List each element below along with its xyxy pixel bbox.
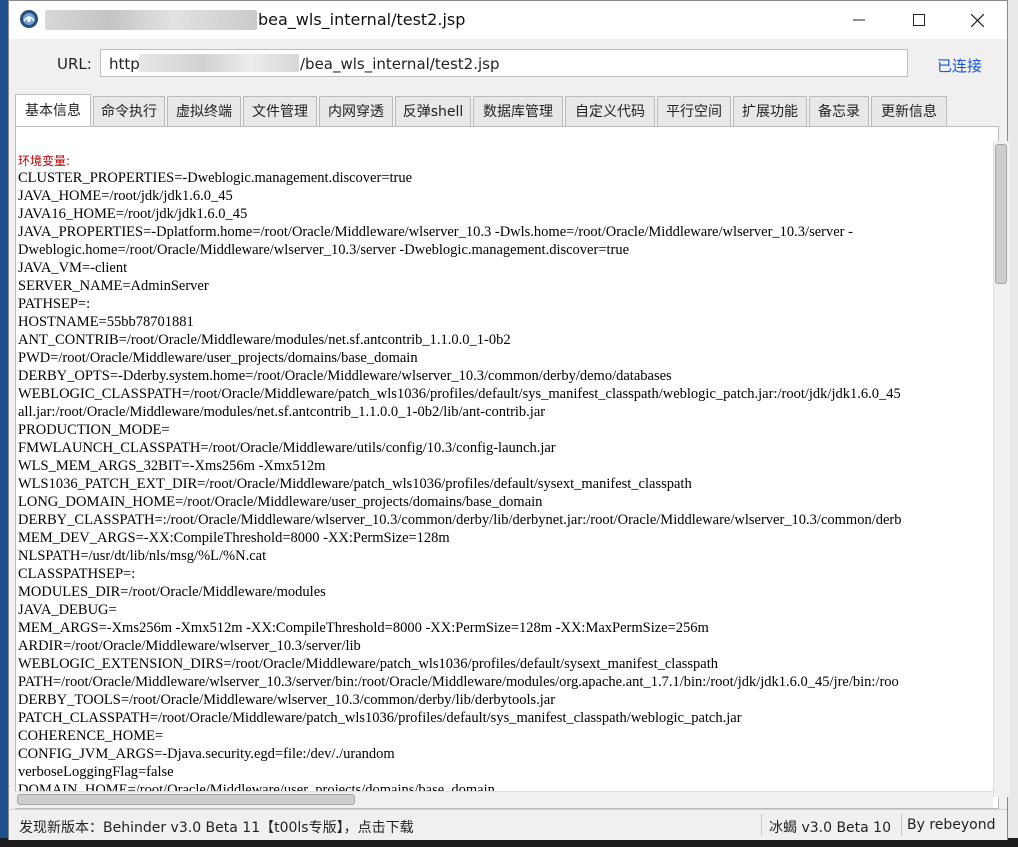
tab-bar: 基本信息 命令执行 虚拟终端 文件管理 内网穿透 反弹shell 数据库管理 自… <box>15 94 1005 127</box>
title-bar: h bea_wls_internal/test2.jsp <box>9 1 1007 39</box>
env-line: PATCH_CLASSPATH=/root/Oracle/Middleware/… <box>18 710 742 726</box>
status-divider <box>761 814 762 836</box>
author-label: By rebeyond <box>907 817 996 833</box>
env-line: HOSTNAME=55bb78701881 <box>18 314 194 330</box>
env-line: JAVA_DEBUG= <box>18 602 117 618</box>
env-line: JAVA_VM=-client <box>18 260 128 276</box>
env-line: JAVA16_HOME=/root/jdk/jdk1.6.0_45 <box>18 206 248 222</box>
tab-parallel-space[interactable]: 平行空间 <box>657 96 731 126</box>
url-value-suffix: /bea_wls_internal/test2.jsp <box>300 55 500 73</box>
status-bar: 发现新版本：Behinder v3.0 Beta 11【t00ls专版】，点击下… <box>9 809 1007 840</box>
maximize-icon <box>913 14 925 26</box>
url-input[interactable]: http /bea_wls_internal/test2.jsp <box>100 49 908 77</box>
env-line: JAVA_HOME=/root/jdk/jdk1.6.0_45 <box>18 188 233 204</box>
env-line: SERVER_NAME=AdminServer <box>18 278 209 294</box>
env-line: Dweblogic.home=/root/Oracle/Middleware/w… <box>18 242 630 258</box>
env-line: COHERENCE_HOME= <box>18 728 164 744</box>
env-line: WEBLOGIC_EXTENSION_DIRS=/root/Oracle/Mid… <box>18 656 719 672</box>
env-line: WEBLOGIC_CLASSPATH=/root/Oracle/Middlewa… <box>18 386 901 402</box>
env-line: CONFIG_JVM_ARGS=-Djava.security.egd=file… <box>18 746 395 762</box>
env-line: LONG_DOMAIN_HOME=/root/Oracle/Middleware… <box>18 494 543 510</box>
url-label: URL: <box>57 55 92 73</box>
tab-update-info[interactable]: 更新信息 <box>871 96 947 126</box>
env-line: WLS_MEM_ARGS_32BIT=-Xms256m -Xmx512m <box>18 458 326 474</box>
close-icon <box>970 13 984 27</box>
connection-status-link[interactable]: 已连接 <box>937 55 982 76</box>
tab-reverse-shell[interactable]: 反弹shell <box>395 96 471 126</box>
tab-custom-code[interactable]: 自定义代码 <box>565 96 655 126</box>
env-line: ARDIR=/root/Oracle/Middleware/wlserver_1… <box>18 638 361 654</box>
url-value-prefix: http <box>109 55 140 73</box>
redacted-url-host <box>139 54 299 72</box>
env-line: PATH=/root/Oracle/Middleware/wlserver_10… <box>18 674 899 690</box>
env-line: MEM_DEV_ARGS=-XX:CompileThreshold=8000 -… <box>18 530 450 546</box>
env-heading: 环境变量: <box>18 154 71 168</box>
close-button[interactable] <box>947 1 1007 39</box>
env-line: DERBY_CLASSPATH=:/root/Oracle/Middleware… <box>18 512 902 528</box>
env-line: CLASSPATHSEP=: <box>18 566 136 582</box>
tab-command-exec[interactable]: 命令执行 <box>93 96 165 126</box>
horizontal-scroll-thumb[interactable] <box>17 794 355 805</box>
env-line: PRODUCTION_MODE= <box>18 422 170 438</box>
tab-basic-info[interactable]: 基本信息 <box>15 94 91 127</box>
env-line: WLS1036_PATCH_EXT_DIR=/root/Oracle/Middl… <box>18 476 692 492</box>
behinder-app-icon <box>19 9 39 29</box>
env-output-panel[interactable]: 环境变量: CLUSTER_PROPERTIES=-Dweblogic.mana… <box>15 126 999 809</box>
tab-file-manager[interactable]: 文件管理 <box>243 96 317 126</box>
env-line: JAVA_PROPERTIES=-Dplatform.home=/root/Or… <box>18 224 853 240</box>
minimize-button[interactable] <box>829 1 889 39</box>
env-line: verboseLoggingFlag=false <box>18 764 174 780</box>
env-line: PATHSEP=: <box>18 296 91 312</box>
maximize-button[interactable] <box>889 1 949 39</box>
vertical-scroll-thumb[interactable] <box>995 144 1007 284</box>
tab-intranet-tunnel[interactable]: 内网穿透 <box>319 96 393 126</box>
env-line: FMWLAUNCH_CLASSPATH=/root/Oracle/Middlew… <box>18 440 556 456</box>
env-line: DERBY_OPTS=-Dderby.system.home=/root/Ora… <box>18 368 672 384</box>
tab-virtual-terminal[interactable]: 虚拟终端 <box>167 96 241 126</box>
version-label: 冰蝎 v3.0 Beta 10 <box>769 820 892 836</box>
status-divider <box>901 814 902 836</box>
env-line: CLUSTER_PROPERTIES=-Dweblogic.management… <box>18 170 413 186</box>
tab-database-manager[interactable]: 数据库管理 <box>473 96 563 126</box>
env-line: PWD=/root/Oracle/Middleware/user_project… <box>18 350 418 366</box>
env-line: ANT_CONTRIB=/root/Oracle/Middleware/modu… <box>18 332 511 348</box>
env-line: MEM_ARGS=-Xms256m -Xmx512m -XX:CompileTh… <box>18 620 709 636</box>
window-title: bea_wls_internal/test2.jsp <box>258 10 466 29</box>
env-line: MODULES_DIR=/root/Oracle/Middleware/modu… <box>18 584 326 600</box>
redacted-host <box>45 10 257 30</box>
tab-memo[interactable]: 备忘录 <box>809 96 869 126</box>
update-notice-link[interactable]: 发现新版本：Behinder v3.0 Beta 11【t00ls专版】，点击下… <box>19 817 414 837</box>
env-variable-list: CLUSTER_PROPERTIES=-Dweblogic.management… <box>18 169 994 799</box>
app-window: h bea_wls_internal/test2.jsp URL: http /… <box>8 0 1010 840</box>
env-line: NLSPATH=/usr/dt/lib/nls/msg/%L/%N.cat <box>18 548 267 564</box>
minimize-icon <box>853 19 865 21</box>
env-line: DERBY_TOOLS=/root/Oracle/Middleware/wlse… <box>18 692 556 708</box>
env-line: all.jar:/root/Oracle/Middleware/modules/… <box>18 404 546 420</box>
tab-extensions[interactable]: 扩展功能 <box>733 96 807 126</box>
